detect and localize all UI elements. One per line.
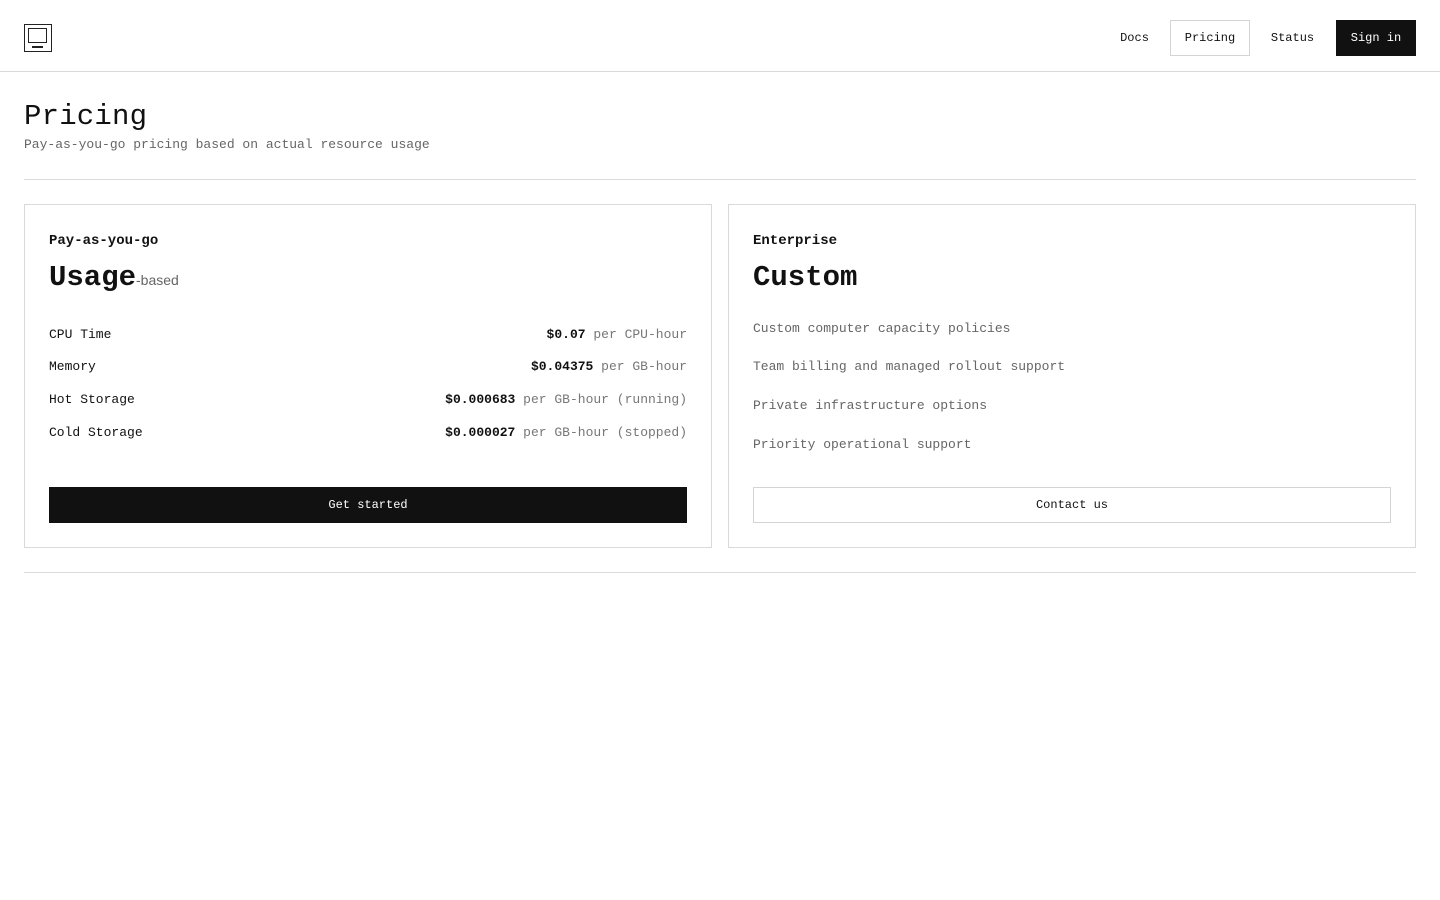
feature-item: Custom computer capacity policies — [753, 321, 1011, 336]
monitor-stand-shape — [32, 46, 43, 48]
plan-card-pay-as-you-go: Pay-as-you-go Usage-based CPU Time $0.07… — [24, 204, 712, 548]
rate-row-hot-storage: Hot Storage $0.000683 per GB-hour (runni… — [49, 392, 687, 412]
rate-label: CPU Time — [49, 327, 112, 342]
nav-status-link[interactable]: Status — [1257, 20, 1328, 56]
page-subtitle: Pay-as-you-go pricing based on actual re… — [24, 137, 430, 152]
monitor-screen-shape — [28, 28, 47, 43]
rate-value: $0.04375 per GB-hour — [531, 359, 687, 374]
rate-price: $0.000027 — [445, 425, 516, 440]
plan-headline-text: Usage — [49, 261, 137, 294]
get-started-button[interactable]: Get started — [49, 487, 687, 523]
plan-headline: Custom — [753, 261, 858, 294]
rate-label: Hot Storage — [49, 392, 135, 407]
rate-unit: per GB-hour — [601, 359, 687, 374]
rate-value: $0.07 per CPU-hour — [547, 327, 687, 342]
rate-value: $0.000683 per GB-hour (running) — [445, 392, 687, 407]
plan-card-enterprise: Enterprise Custom Custom computer capaci… — [728, 204, 1416, 548]
rate-row-memory: Memory $0.04375 per GB-hour — [49, 359, 687, 379]
rate-value: $0.000027 per GB-hour (stopped) — [445, 425, 687, 440]
rate-unit: per GB-hour (running) — [523, 392, 687, 407]
sign-in-button[interactable]: Sign in — [1336, 20, 1416, 56]
rate-unit: per CPU-hour — [593, 327, 687, 342]
rate-row-cold-storage: Cold Storage $0.000027 per GB-hour (stop… — [49, 425, 687, 445]
plan-name: Enterprise — [753, 233, 838, 249]
plan-headline-suffix: -based — [136, 272, 179, 288]
feature-item: Private infrastructure options — [753, 398, 988, 413]
computer-monitor-icon[interactable] — [24, 24, 52, 52]
top-navigation-bar: Docs Pricing Status Sign in — [0, 0, 1440, 72]
page-title: Pricing — [24, 100, 148, 133]
rate-label: Cold Storage — [49, 425, 143, 440]
plan-name: Pay-as-you-go — [49, 233, 159, 249]
feature-item: Priority operational support — [753, 437, 972, 452]
feature-item: Team billing and managed rollout support — [753, 359, 1066, 374]
section-divider — [24, 572, 1416, 573]
rate-label: Memory — [49, 359, 96, 374]
rate-price: $0.07 — [546, 327, 586, 342]
rate-price: $0.04375 — [530, 359, 594, 374]
contact-us-button[interactable]: Contact us — [753, 487, 1391, 523]
rate-row-cpu-time: CPU Time $0.07 per CPU-hour — [49, 327, 687, 347]
nav-pricing-link[interactable]: Pricing — [1170, 20, 1250, 56]
rate-price: $0.000683 — [445, 392, 516, 407]
plan-headline: Usage-based — [49, 261, 179, 294]
nav-docs-link[interactable]: Docs — [1107, 20, 1162, 56]
section-divider — [24, 179, 1416, 180]
rate-unit: per GB-hour (stopped) — [523, 425, 687, 440]
